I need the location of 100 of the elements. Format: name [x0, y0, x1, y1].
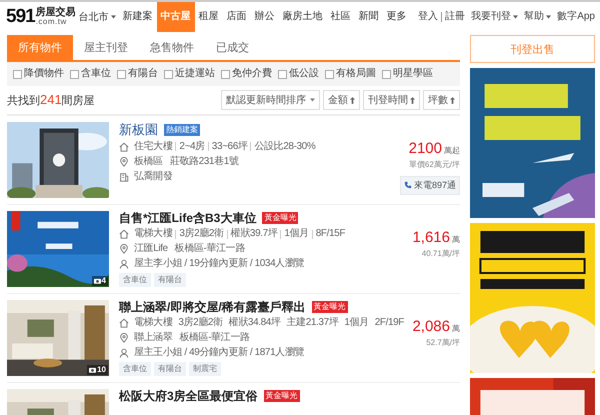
camera-icon [89, 367, 96, 374]
listing-detail: 住宅大樓 [134, 140, 172, 153]
logo-name: 房屋交易 [36, 8, 76, 18]
price-text: 1,616 萬 [412, 229, 460, 247]
checkbox-label[interactable]: 低公設 [289, 68, 319, 80]
nav-tab[interactable]: 辦公 [250, 2, 279, 32]
checkbox[interactable] [164, 70, 173, 78]
listing-detail: 2~4房 [179, 140, 205, 153]
location-pin-icon [119, 333, 129, 344]
feature-tag: 有陽台 [154, 362, 186, 376]
listing-detail: 33~66坪 [212, 140, 248, 153]
unit-price: 40.71萬/坪 [422, 249, 460, 259]
city-selector[interactable]: 台北市 [76, 2, 119, 32]
listing-detail: 公設比28-30% [254, 140, 316, 153]
listing-address: 板橋區-華江一路 [179, 332, 250, 344]
listing-address: 板橋區-華江一路 [174, 243, 245, 256]
listing-detail: 3房2廳2衛 [178, 317, 223, 330]
header-link[interactable]: 數字App [554, 11, 598, 23]
header-link[interactable]: 登入 [415, 11, 442, 23]
checkbox[interactable] [278, 70, 287, 78]
listing-detail: 權狀39.7坪 [230, 228, 278, 240]
house-icon [119, 142, 129, 152]
price-text: 2100 萬起 [408, 140, 460, 158]
listing-detail: 8F/15F [316, 228, 346, 240]
listing-address: 江匯Life [134, 243, 168, 256]
checkbox[interactable] [221, 70, 230, 78]
sort-button[interactable]: 坪數 [423, 90, 460, 110]
listing-detail: 3房2廳2衛 [179, 228, 224, 240]
checkbox-label[interactable]: 有格局圖 [336, 68, 376, 80]
promo-badge: 黃金曝光 [264, 390, 300, 402]
call-count-button[interactable]: 來電897通 [400, 176, 460, 195]
listing-address: 莊敬路231巷1號 [170, 156, 238, 168]
promo-badge: 黃金曝光 [312, 301, 348, 313]
checkbox[interactable] [325, 70, 334, 78]
logo-domain: .com.tw [36, 18, 68, 26]
sort-button[interactable]: 默認更新時間排序 [221, 90, 320, 110]
camera-icon [94, 278, 101, 284]
listing-detail: 2F/19F [374, 317, 404, 330]
header-link[interactable]: 幫助 [521, 11, 554, 23]
promo-badge: 黃金曝光 [262, 212, 298, 224]
checkbox-label[interactable]: 降價物件 [24, 68, 64, 80]
checkbox-label[interactable]: 免仲介費 [232, 68, 272, 80]
listing-meta: 弘喬開發 [134, 170, 172, 183]
nav-tab[interactable]: 社區 [326, 2, 355, 32]
building-icon [119, 172, 129, 182]
header-link[interactable]: 我要刊登 [468, 11, 522, 23]
arrow-up-icon [450, 96, 455, 104]
sort-button[interactable]: 金額 [323, 90, 360, 110]
result-count: 共找到241間房屋 [7, 92, 95, 108]
arrow-up-icon [410, 96, 415, 104]
checkbox[interactable] [117, 70, 126, 78]
feature-tag: 含車位 [119, 273, 151, 287]
price-text: 2,086 萬 [412, 318, 460, 336]
location-pin-icon [119, 156, 129, 167]
house-icon [119, 229, 129, 240]
listing-meta: 屋主李小姐 / 19分鐘內更新 / 1034人瀏覽 [134, 258, 304, 270]
nav-tab[interactable]: 租屋 [194, 2, 223, 32]
feature-tag: 制震宅 [189, 362, 221, 376]
logo-number[interactable]: 591 [6, 6, 35, 28]
listing-detail: 電梯大樓 [134, 228, 172, 240]
promo-badge: 熱銷建案 [164, 124, 200, 136]
checkbox-label[interactable]: 含車位 [81, 68, 111, 80]
caret-icon [110, 15, 116, 19]
listing-address: 板橋區 [134, 156, 163, 168]
checkbox-label[interactable]: 明星學區 [393, 68, 433, 80]
checkbox[interactable] [70, 70, 79, 78]
house-icon [119, 318, 129, 328]
listing-address: 聯上涵翠 [134, 332, 172, 344]
nav-tab[interactable]: 更多 [382, 2, 411, 32]
arrow-up-icon [350, 96, 355, 104]
listing-detail: 1個月 [284, 228, 309, 240]
checkbox-label[interactable]: 有陽台 [128, 68, 158, 80]
nav-tab[interactable]: 廠房土地 [278, 2, 327, 32]
checkbox[interactable] [382, 70, 391, 78]
listing-title[interactable]: 聯上涵翠/即將交屋/稀有露臺戶釋出 [119, 300, 306, 314]
listing-title[interactable]: 新板園 [119, 122, 158, 138]
nav-tab[interactable]: 店面 [222, 2, 251, 32]
photo-count: 4 [92, 276, 108, 286]
nav-tab[interactable]: 新聞 [354, 2, 383, 32]
listing-detail: 權狀34.84坪 [228, 317, 281, 330]
phone-icon [404, 181, 412, 190]
person-icon [119, 348, 129, 358]
nav-tab[interactable]: 新建案 [118, 2, 157, 32]
feature-tag: 含車位 [119, 362, 151, 376]
feature-tag: 有陽台 [154, 273, 186, 287]
listing-meta: 屋主王小姐 / 49分鐘內更新 / 1871人瀏覽 [134, 347, 304, 360]
location-pin-icon [119, 244, 129, 254]
listing-detail: 主建21.37坪 [286, 317, 338, 330]
listing-detail: 電梯大樓 [134, 317, 172, 330]
listing-title[interactable]: 自售*江匯Life含B3大車位 [119, 211, 256, 226]
listing-detail: 1個月 [344, 317, 369, 330]
caret-icon [310, 98, 315, 102]
checkbox-label[interactable]: 近捷運站 [175, 68, 215, 80]
header-link[interactable]: 註冊 [442, 11, 468, 23]
unit-price: 52.7萬/坪 [426, 338, 460, 348]
sort-button[interactable]: 刊登時間 [363, 90, 420, 110]
person-icon [119, 259, 129, 270]
checkbox[interactable] [13, 70, 22, 78]
unit-price: 單價62萬元/坪 [408, 160, 460, 170]
listing-title[interactable]: 松阪大府3房全區最便宜俗 [119, 389, 258, 404]
